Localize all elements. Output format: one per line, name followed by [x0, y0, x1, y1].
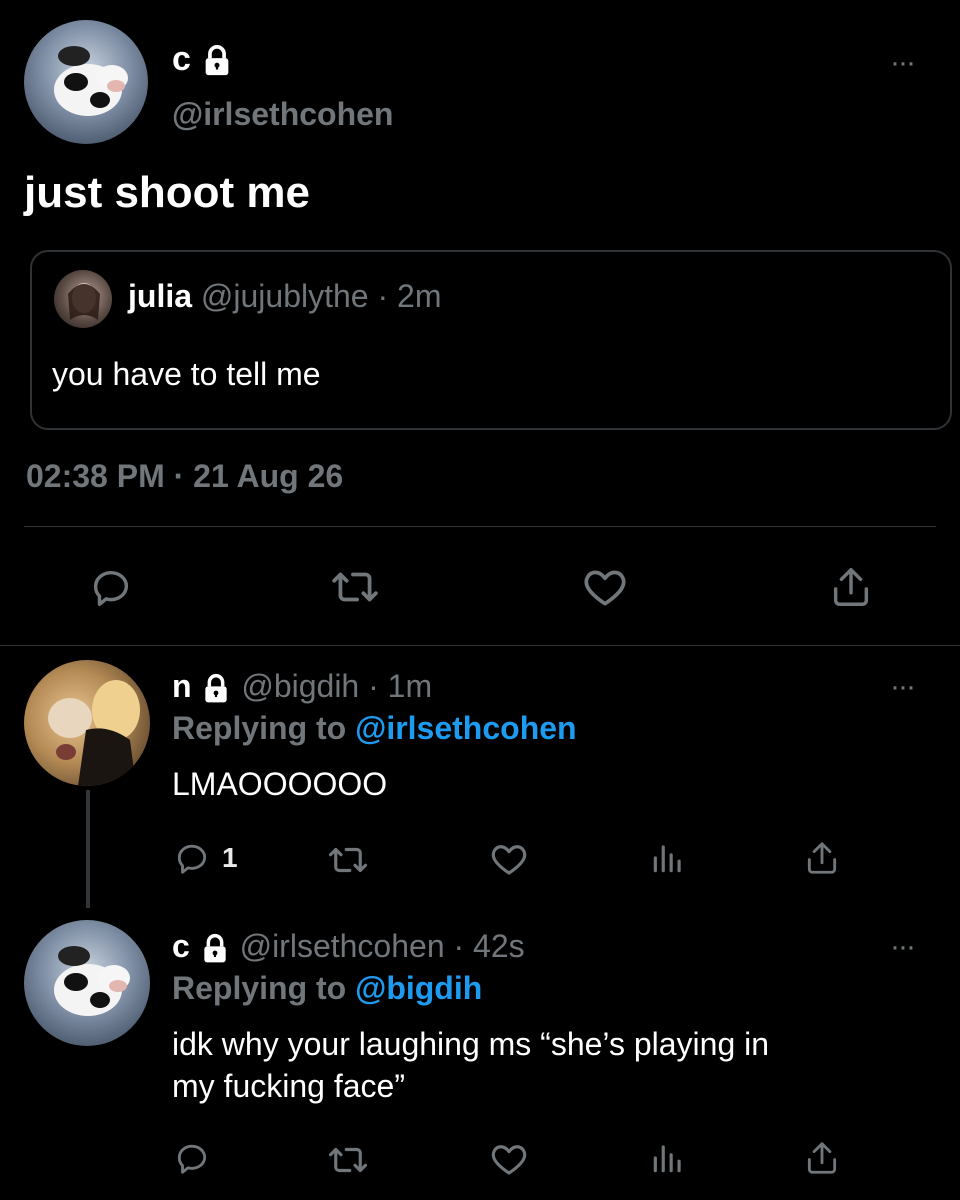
- avatar[interactable]: [24, 920, 150, 1046]
- divider: [0, 645, 960, 646]
- reply-icon: [93, 571, 129, 606]
- share-button[interactable]: [802, 838, 842, 878]
- replying-to: Replying to @irlsethcohen: [172, 710, 577, 747]
- retweet-button[interactable]: [326, 838, 370, 882]
- more-icon[interactable]: ···: [890, 48, 916, 78]
- reply-button[interactable]: [172, 1138, 212, 1178]
- like-icon: [491, 1145, 527, 1175]
- quoted-time: · 2m: [377, 278, 442, 314]
- replying-prefix: Replying to: [172, 970, 347, 1006]
- reply-count: 1: [222, 842, 238, 873]
- share-button[interactable]: [826, 562, 876, 612]
- retweet-button[interactable]: [326, 1138, 370, 1182]
- display-name[interactable]: n: [172, 668, 192, 704]
- like-button[interactable]: [486, 1136, 532, 1182]
- reply-button[interactable]: [172, 838, 212, 878]
- quoted-handle: @jujublythe: [200, 278, 369, 314]
- replying-to: Replying to @bigdih: [172, 970, 482, 1007]
- handle[interactable]: @irlsethcohen: [172, 96, 393, 133]
- divider: [24, 526, 936, 527]
- lock-icon: [205, 673, 228, 702]
- like-button[interactable]: [486, 836, 532, 882]
- tweet-text: just shoot me: [24, 168, 311, 217]
- quoted-text: you have to tell me: [52, 356, 321, 392]
- retweet-icon: [328, 1147, 368, 1173]
- analytics-icon: [653, 845, 681, 873]
- mention-link[interactable]: @irlsethcohen: [355, 710, 576, 746]
- share-icon: [807, 842, 837, 874]
- like-icon: [584, 570, 626, 606]
- handle[interactable]: @bigdih: [241, 668, 359, 704]
- like-icon: [491, 845, 527, 875]
- lock-icon: [206, 45, 229, 76]
- reply-time: · 1m: [368, 668, 433, 704]
- share-button[interactable]: [802, 1138, 842, 1178]
- thread-line: [86, 790, 90, 908]
- retweet-icon: [332, 572, 378, 602]
- more-icon[interactable]: ···: [890, 672, 916, 702]
- handle[interactable]: @irlsethcohen: [240, 928, 445, 964]
- reply-time: · 42s: [453, 928, 525, 964]
- analytics-button[interactable]: [648, 838, 688, 878]
- reply-text: LMAOOOOOO: [172, 766, 388, 802]
- lock-icon: [204, 933, 226, 962]
- analytics-button[interactable]: [648, 1138, 688, 1178]
- quoted-display-name: julia: [128, 278, 193, 314]
- timestamp[interactable]: 02:38 PM · 21 Aug 26: [26, 458, 343, 495]
- reply-author[interactable]: n @bigdih · 1m: [172, 668, 432, 705]
- share-icon: [833, 568, 869, 606]
- replying-prefix: Replying to: [172, 710, 347, 746]
- quoted-author: julia @jujublythe · 2m: [128, 278, 441, 315]
- avatar[interactable]: [24, 20, 148, 144]
- quoted-tweet-card[interactable]: [30, 250, 952, 430]
- reply-button[interactable]: [86, 562, 136, 612]
- share-icon: [807, 1142, 837, 1174]
- retweet-icon: [328, 847, 368, 873]
- reply-author[interactable]: c @irlsethcohen · 42s: [172, 928, 525, 965]
- display-name[interactable]: c: [172, 40, 234, 78]
- reply-text-line-1: idk why your laughing ms “she’s playing …: [172, 1026, 770, 1062]
- avatar: [54, 270, 112, 328]
- reply-icon: [177, 844, 207, 874]
- reply-text-line-2: my fucking face”: [172, 1068, 405, 1104]
- like-button[interactable]: [578, 560, 632, 614]
- display-name[interactable]: c: [172, 928, 190, 964]
- avatar[interactable]: [24, 660, 150, 786]
- more-icon[interactable]: ···: [890, 932, 916, 962]
- retweet-button[interactable]: [330, 562, 380, 612]
- analytics-icon: [653, 1145, 681, 1173]
- mention-link[interactable]: @bigdih: [355, 970, 482, 1006]
- reply-icon: [177, 1144, 207, 1174]
